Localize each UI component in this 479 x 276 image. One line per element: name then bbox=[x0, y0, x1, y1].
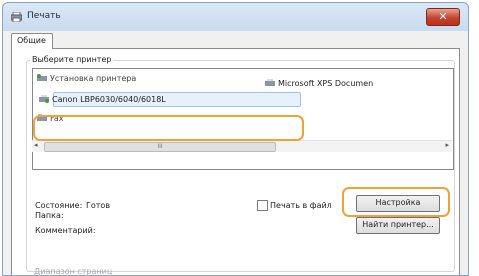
page-range-label: Диапазон страниц bbox=[34, 267, 113, 276]
horizontal-scrollbar[interactable]: ◂ III ▸ bbox=[32, 140, 452, 152]
scroll-left-icon[interactable]: ◂ bbox=[34, 141, 38, 149]
setup-button-callout bbox=[342, 187, 450, 217]
printer-icon bbox=[39, 95, 49, 103]
folder-label: Папка: bbox=[35, 211, 64, 220]
tab-general-label: Общие bbox=[17, 36, 46, 45]
scroll-right-icon[interactable]: ▸ bbox=[445, 141, 449, 149]
printer-icon bbox=[11, 12, 22, 22]
printer-item-canon[interactable]: Canon LBP6030/6040/6018L bbox=[39, 95, 166, 107]
printer-item-label: Canon LBP6030/6040/6018L bbox=[52, 95, 166, 104]
window-title: Печать bbox=[27, 11, 61, 21]
tab-general[interactable]: Общие bbox=[11, 33, 53, 49]
title-bar: Печать ✕ bbox=[3, 3, 468, 31]
close-icon: ✕ bbox=[438, 10, 448, 23]
printer-icon bbox=[265, 79, 275, 86]
general-panel: Выберите принтер Установка принтера Micr… bbox=[11, 48, 460, 276]
close-button[interactable]: ✕ bbox=[426, 8, 460, 26]
find-printer-button[interactable]: Найти принтер... bbox=[356, 217, 440, 234]
printer-add-icon bbox=[37, 74, 47, 81]
print-to-file-checkbox[interactable] bbox=[257, 200, 268, 211]
printer-item-label: Microsoft XPS Documen bbox=[278, 79, 374, 88]
print-to-file-label[interactable]: Печать в файл bbox=[270, 201, 332, 210]
canon-printer-callout bbox=[33, 115, 304, 141]
comment-label: Комментарий: bbox=[35, 226, 96, 235]
status-label: Состояние: bbox=[35, 201, 83, 210]
printer-item-label: Установка принтера bbox=[50, 74, 137, 83]
status-value: Готов bbox=[86, 201, 111, 210]
scroll-thumb[interactable]: III bbox=[44, 142, 276, 152]
scroll-grip-icon: III bbox=[157, 143, 163, 150]
printer-item-xps[interactable]: Microsoft XPS Documen bbox=[265, 79, 373, 91]
printer-group-label: Выберите принтер bbox=[30, 55, 114, 64]
printer-item-install[interactable]: Установка принтера bbox=[37, 74, 136, 86]
